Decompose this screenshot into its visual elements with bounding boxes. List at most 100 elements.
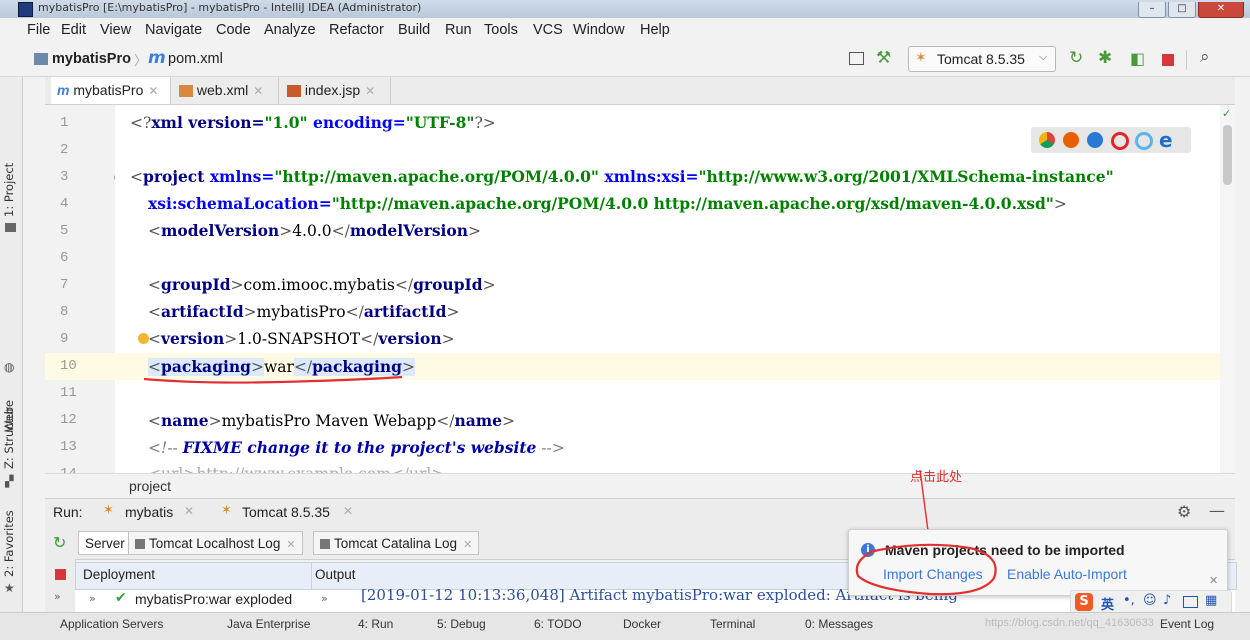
project-tool-button[interactable]: 1: Project xyxy=(2,163,16,217)
tool-messages[interactable]: 0: Messages xyxy=(805,617,873,631)
line-number: 2 xyxy=(60,142,69,158)
tool-docker[interactable]: Docker xyxy=(623,617,661,631)
chrome-icon[interactable] xyxy=(1039,132,1055,148)
punctuation-icon[interactable]: •, xyxy=(1123,593,1135,608)
close-tab-icon[interactable]: ✕ xyxy=(365,84,375,98)
version-value: 1.0-SNAPSHOT xyxy=(237,330,361,348)
search-icon[interactable]: ⌕ xyxy=(1200,47,1210,67)
tab-web-xml[interactable]: web.xml ✕ xyxy=(173,77,279,104)
favorites-tool-button[interactable]: 2: Favorites xyxy=(2,510,16,577)
expand-icon[interactable]: » xyxy=(89,592,96,605)
watermark: https://blog.csdn.net/qq_41630633 xyxy=(985,617,1154,629)
maximize-button[interactable]: □ xyxy=(1168,2,1196,18)
emoji-icon[interactable]: ☺ xyxy=(1143,593,1157,608)
expand-icon[interactable]: » xyxy=(54,590,61,603)
menu-tools[interactable]: Tools xyxy=(484,22,518,38)
ime-lang[interactable]: 英 xyxy=(1101,594,1114,613)
tools-icon[interactable]: ▦ xyxy=(1205,593,1217,608)
minimize-button[interactable]: – xyxy=(1138,2,1166,18)
deployment-column: Deployment xyxy=(83,567,156,582)
menu-navigate[interactable]: Navigate xyxy=(145,22,202,38)
close-tab-icon[interactable]: ✕ xyxy=(148,84,158,98)
version-tag: version xyxy=(161,329,225,348)
menu-edit[interactable]: Edit xyxy=(61,22,86,38)
scrollbar-thumb[interactable] xyxy=(1223,125,1232,185)
sogou-icon[interactable]: S xyxy=(1075,593,1093,611)
stop-icon[interactable] xyxy=(55,569,66,580)
update-app-icon[interactable]: ◧ xyxy=(1130,49,1145,68)
ie-icon[interactable] xyxy=(1135,132,1153,150)
breadcrumb: project xyxy=(45,473,1235,498)
menu-analyze[interactable]: Analyze xyxy=(264,22,316,38)
tab-pom[interactable]: m mybatisPro ✕ xyxy=(51,77,171,104)
run-tab-mybatis[interactable]: mybatis xyxy=(125,504,173,520)
menu-run[interactable]: Run xyxy=(445,22,472,38)
menu-file[interactable]: File xyxy=(27,22,50,38)
left-tool-window-strip: 1: Project Web ◍ Z: Structure ▞ 2: Favor… xyxy=(0,77,23,639)
build-hammer-icon[interactable]: ⚒ xyxy=(876,48,891,68)
tab-server[interactable]: Server xyxy=(78,531,132,555)
nav-file[interactable]: pom.xml xyxy=(168,51,223,67)
gear-icon[interactable]: ⚙ xyxy=(1177,502,1191,521)
hide-icon[interactable]: — xyxy=(1209,501,1225,520)
edge-icon[interactable]: e xyxy=(1159,128,1173,152)
breadcrumb-project[interactable]: project xyxy=(129,478,171,494)
tool-debug[interactable]: 5: Debug xyxy=(437,617,486,631)
expand-icon[interactable]: » xyxy=(321,592,328,605)
close-tab-icon[interactable]: ✕ xyxy=(463,539,472,551)
run-tab-tomcat[interactable]: Tomcat 8.5.35 xyxy=(242,504,330,520)
firefox-icon[interactable] xyxy=(1063,132,1079,148)
safari-icon[interactable] xyxy=(1087,132,1103,148)
editor-scrollbar[interactable]: ✓ xyxy=(1220,105,1235,473)
stop-icon[interactable] xyxy=(1162,54,1174,66)
tool-java-enterprise[interactable]: Java Enterprise xyxy=(227,617,310,631)
close-tab-icon[interactable]: ✕ xyxy=(286,539,295,551)
close-tab-icon[interactable]: ✕ xyxy=(343,504,353,518)
microphone-icon[interactable]: ♪ xyxy=(1163,593,1171,608)
tool-run[interactable]: 4: Run xyxy=(358,617,393,631)
run-configuration-select[interactable]: ✶ Tomcat 8.5.35 ⌵ xyxy=(908,46,1056,72)
tool-terminal[interactable]: Terminal xyxy=(710,617,755,631)
code-line-9: <version>1.0-SNAPSHOT</version> xyxy=(148,329,455,348)
rerun-icon[interactable]: ↻ xyxy=(53,533,66,552)
rerun-icon[interactable]: ↻ xyxy=(1069,48,1083,68)
menu-view[interactable]: View xyxy=(100,22,131,38)
tab-index-jsp[interactable]: index.jsp ✕ xyxy=(281,77,391,104)
close-tab-icon[interactable]: ✕ xyxy=(253,84,263,98)
annotation-underline xyxy=(143,375,403,384)
tool-event-log[interactable]: Event Log xyxy=(1160,617,1214,631)
debug-bug-icon[interactable]: ✱ xyxy=(1098,48,1112,68)
tab-catalina-log[interactable]: Tomcat Catalina Log ✕ xyxy=(313,531,480,555)
menu-help[interactable]: Help xyxy=(640,22,670,38)
menu-code[interactable]: Code xyxy=(216,22,251,38)
close-tab-icon[interactable]: ✕ xyxy=(184,504,194,518)
comment-open: <!-- xyxy=(148,439,183,457)
tool-application-servers[interactable]: Application Servers xyxy=(60,617,163,631)
menu-build[interactable]: Build xyxy=(398,22,430,38)
tab-localhost-log[interactable]: Tomcat Localhost Log ✕ xyxy=(128,531,303,555)
enable-auto-import-link[interactable]: Enable Auto-Import xyxy=(1007,566,1127,582)
layout-icon[interactable] xyxy=(849,52,864,65)
tool-todo[interactable]: 6: TODO xyxy=(534,617,582,631)
keyboard-icon[interactable] xyxy=(1183,596,1198,608)
code-editor[interactable]: <?xml version="1.0" encoding="UTF-8"?> <… xyxy=(115,105,1220,473)
code-line-14: <url>http://www.example.com</url> xyxy=(148,461,444,473)
nav-project[interactable]: mybatisPro xyxy=(52,51,131,67)
xml-encoding-attr: encoding= xyxy=(307,113,406,132)
xmlns-attr: xmlns= xyxy=(204,167,275,186)
comment-text: FIXME change it to the project's website xyxy=(182,438,537,457)
star-icon: ★ xyxy=(4,581,15,595)
close-button[interactable]: ✕ xyxy=(1198,2,1244,18)
menu-refactor[interactable]: Refactor xyxy=(329,22,384,38)
opera-icon[interactable] xyxy=(1111,132,1129,150)
menu-vcs[interactable]: VCS xyxy=(533,22,563,38)
output-column: Output xyxy=(315,567,356,582)
code-line-13: <!-- FIXME change it to the project's we… xyxy=(148,434,565,461)
line-number-gutter: 1 2 3 4 5 6 7 8 9 10 11 12 13 14 ⊖ xyxy=(45,105,122,482)
artifact-row[interactable]: mybatisPro:war exploded xyxy=(135,591,292,607)
close-notification-icon[interactable]: ✕ xyxy=(1209,574,1218,587)
structure-tool-button[interactable]: Z: Structure xyxy=(2,400,16,469)
code-line-12: <name>mybatisPro Maven Webapp</name> xyxy=(148,411,516,430)
menu-window[interactable]: Window xyxy=(573,22,625,38)
structure-icon: ▞ xyxy=(5,475,14,488)
